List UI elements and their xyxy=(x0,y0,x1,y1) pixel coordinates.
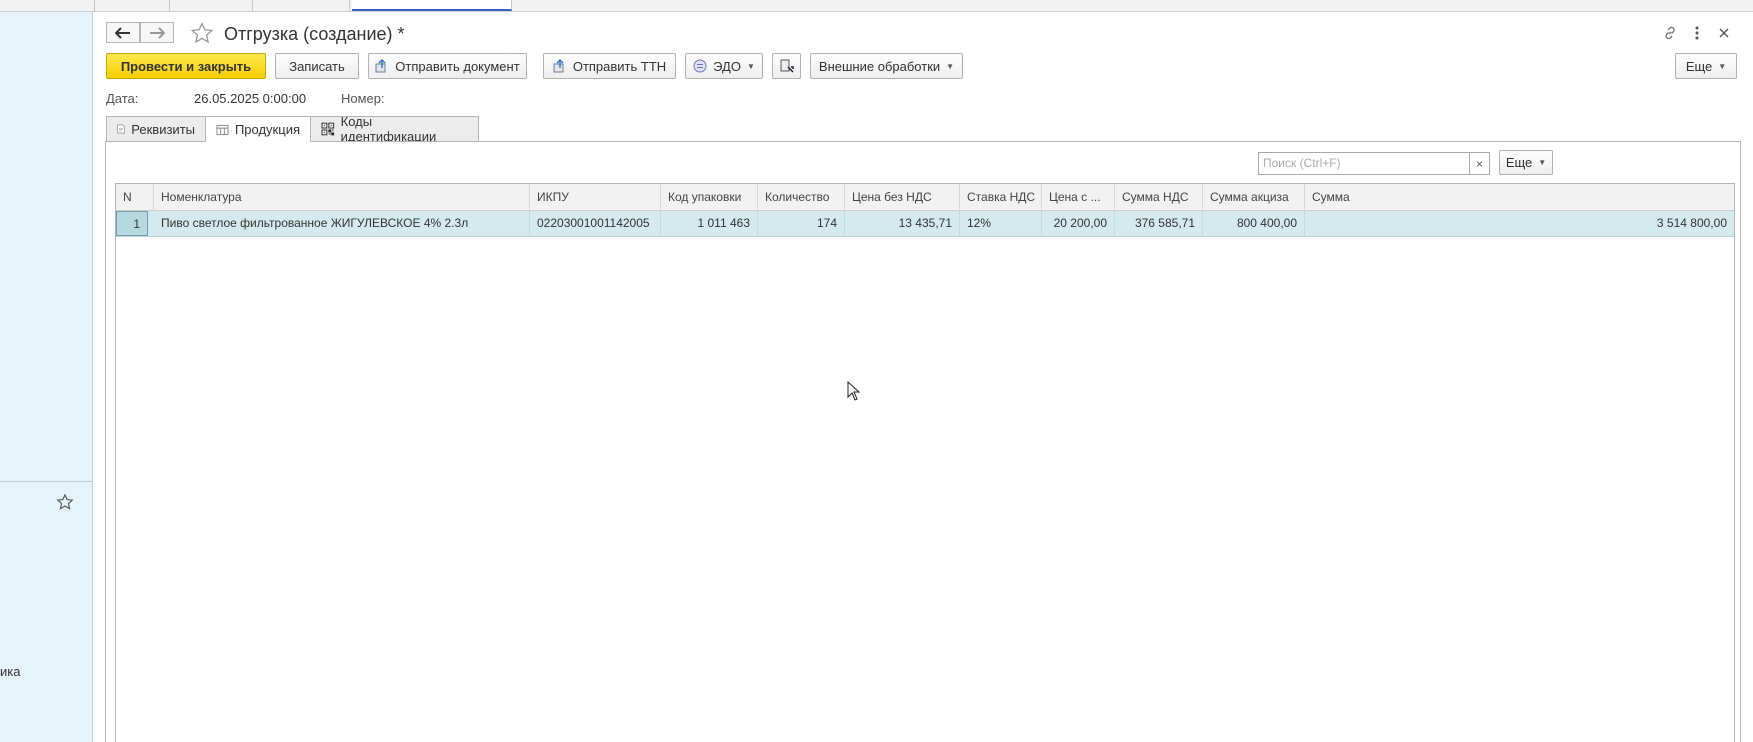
external-processing-button[interactable]: Внешние обработки ▼ xyxy=(810,53,963,79)
top-tab-active[interactable] xyxy=(352,0,512,11)
save-button[interactable]: Записать xyxy=(275,53,359,79)
column-header-sum[interactable]: Сумма xyxy=(1305,184,1734,211)
edo-icon xyxy=(693,59,707,73)
left-sidebar: ика xyxy=(0,12,93,742)
more-label: Еще xyxy=(1505,155,1533,170)
post-and-close-label: Провести и закрыть xyxy=(120,58,252,74)
top-tab[interactable] xyxy=(170,0,253,11)
more-label: Еще xyxy=(1685,58,1713,74)
cell-sum[interactable]: 3 514 800,00 xyxy=(1305,211,1734,236)
print-settings-button[interactable] xyxy=(772,53,801,79)
mouse-cursor-icon xyxy=(847,381,861,401)
column-header-price-no-vat[interactable]: Цена без НДС xyxy=(845,184,960,211)
column-header-excise-sum[interactable]: Сумма акциза xyxy=(1203,184,1305,211)
save-label: Записать xyxy=(289,58,345,74)
top-tab-strip xyxy=(0,0,1753,12)
column-header-package-code[interactable]: Код упаковки xyxy=(661,184,758,211)
send-ttn-label: Отправить ТТН xyxy=(572,58,667,74)
tab-requisites[interactable]: Реквизиты xyxy=(106,116,206,141)
external-processing-label: Внешние обработки xyxy=(818,58,941,74)
star-icon[interactable] xyxy=(56,493,74,511)
top-tab[interactable] xyxy=(0,0,95,11)
cell-vat-sum[interactable]: 376 585,71 xyxy=(1115,211,1203,236)
cell-ikpu[interactable]: 02203001001142005 xyxy=(530,211,661,236)
document-icon xyxy=(117,124,125,134)
tab-label: Продукция xyxy=(234,122,300,137)
top-tab[interactable] xyxy=(253,0,350,11)
cell-price-with-vat[interactable]: 20 200,00 xyxy=(1042,211,1115,236)
edo-dropdown-button[interactable]: ЭДО ▼ xyxy=(685,53,763,79)
chevron-down-icon: ▼ xyxy=(946,61,955,71)
tab-label: Реквизиты xyxy=(131,121,195,137)
screen: ика Отгрузка (создание) * Провести и зак… xyxy=(0,0,1753,742)
send-document-label: Отправить документ xyxy=(395,58,520,74)
chevron-down-icon: ▼ xyxy=(1538,158,1547,167)
number-label: Номер: xyxy=(341,91,385,106)
column-header-ikpu[interactable]: ИКПУ xyxy=(530,184,661,211)
cell-quantity[interactable]: 174 xyxy=(758,211,845,236)
tab-products[interactable]: Продукция xyxy=(205,116,311,142)
edo-label: ЭДО xyxy=(713,58,741,74)
page-title: Отгрузка (создание) * xyxy=(224,24,405,44)
cell-vat-rate[interactable]: 12% xyxy=(960,211,1042,236)
cell-package-code[interactable]: 1 011 463 xyxy=(661,211,758,236)
products-panel: Поиск (Ctrl+F) × Еще ▼ N Номенклатура ИК… xyxy=(105,141,1741,742)
column-header-nomenclature[interactable]: Номенклатура xyxy=(154,184,530,211)
qr-code-icon xyxy=(321,122,335,136)
column-header-vat-sum[interactable]: Сумма НДС xyxy=(1115,184,1203,211)
table-grid-icon xyxy=(216,124,229,135)
clear-search-button[interactable]: × xyxy=(1470,152,1490,175)
menu-dots-icon[interactable] xyxy=(1686,22,1708,44)
arrow-left-icon xyxy=(115,26,130,39)
products-table: N Номенклатура ИКПУ Код упаковки Количес… xyxy=(115,183,1735,742)
cell-nomenclature[interactable]: Пиво светлое фильтрованное ЖИГУЛЕВСКОЕ 4… xyxy=(154,211,530,236)
cell-row-number[interactable]: 1 xyxy=(116,211,148,236)
send-document-button[interactable]: Отправить документ xyxy=(368,53,527,79)
table-header: N Номенклатура ИКПУ Код упаковки Количес… xyxy=(116,184,1734,211)
send-upload-icon xyxy=(553,59,564,73)
column-header-n[interactable]: N xyxy=(116,184,154,211)
cell-excise-sum[interactable]: 800 400,00 xyxy=(1203,211,1305,236)
sidebar-divider xyxy=(0,481,92,482)
column-header-price-with[interactable]: Цена с ... xyxy=(1042,184,1115,211)
favorite-star-icon[interactable] xyxy=(190,21,214,45)
panel-more-button[interactable]: Еще ▼ xyxy=(1499,150,1553,175)
close-icon[interactable] xyxy=(1713,22,1735,44)
top-tab[interactable] xyxy=(95,0,170,11)
chevron-down-icon: ▼ xyxy=(746,61,755,71)
forward-button[interactable] xyxy=(140,22,174,43)
arrow-right-icon xyxy=(150,26,165,39)
sidebar-item-label[interactable]: ика xyxy=(0,664,20,679)
search-input[interactable]: Поиск (Ctrl+F) xyxy=(1258,152,1470,175)
printer-settings-icon xyxy=(780,59,794,73)
tab-identification-codes[interactable]: Коды идентификации xyxy=(310,114,479,144)
send-upload-icon xyxy=(375,59,386,73)
back-button[interactable] xyxy=(106,22,140,43)
table-row[interactable]: 1 Пиво светлое фильтрованное ЖИГУЛЕВСКОЕ… xyxy=(116,211,1734,237)
cell-price-no-vat[interactable]: 13 435,71 xyxy=(845,211,960,236)
date-value[interactable]: 26.05.2025 0:00:00 xyxy=(194,91,306,106)
chevron-down-icon: ▼ xyxy=(1718,61,1727,71)
post-and-close-button[interactable]: Провести и закрыть xyxy=(106,53,266,79)
send-ttn-button[interactable]: Отправить ТТН xyxy=(543,53,676,79)
column-header-vat-rate[interactable]: Ставка НДС xyxy=(960,184,1042,211)
link-icon[interactable] xyxy=(1659,22,1681,44)
document-form: Отгрузка (создание) * Провести и закрыть… xyxy=(93,12,1753,742)
column-header-quantity[interactable]: Количество xyxy=(758,184,845,211)
date-label: Дата: xyxy=(106,91,139,106)
more-button[interactable]: Еще ▼ xyxy=(1675,53,1737,79)
tab-label: Коды идентификации xyxy=(340,114,437,144)
